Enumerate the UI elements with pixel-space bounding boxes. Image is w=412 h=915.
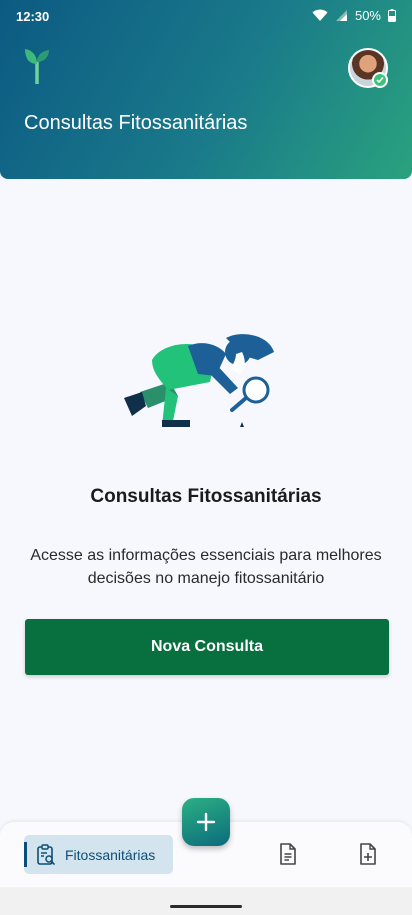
active-indicator — [24, 842, 27, 867]
app-header: 12:30 50% Consultas Fitossanitárias — [0, 0, 412, 179]
status-icons: 50% — [312, 8, 396, 23]
document-add-icon[interactable] — [357, 842, 379, 866]
home-gesture-pill[interactable] — [170, 905, 242, 908]
document-icon[interactable] — [277, 842, 299, 866]
empty-state-description: Acesse as informações essenciais para me… — [30, 547, 382, 587]
sprout-icon — [25, 49, 49, 84]
person-with-magnifying-glass-illustration — [124, 334, 274, 427]
system-gesture-area — [0, 887, 412, 915]
status-bar: 12:30 50% — [0, 0, 412, 34]
nav-item-fitossanitarias[interactable]: Fitossanitárias — [24, 835, 173, 874]
battery-icon — [388, 9, 396, 22]
clipboard-search-icon — [37, 843, 55, 865]
battery-percent: 50% — [354, 8, 381, 23]
status-time: 12:30 — [16, 9, 50, 24]
add-fab-button[interactable] — [182, 798, 230, 846]
page-title: Consultas Fitossanitárias — [24, 112, 248, 134]
nova-consulta-button[interactable]: Nova Consulta — [25, 619, 389, 675]
signal-icon — [335, 10, 347, 21]
wifi-icon — [312, 9, 328, 21]
empty-state-title: Consultas Fitossanitárias — [90, 486, 322, 507]
online-check-icon — [372, 72, 388, 88]
nav-item-label: Fitossanitárias — [65, 846, 156, 863]
plus-icon — [196, 812, 216, 832]
